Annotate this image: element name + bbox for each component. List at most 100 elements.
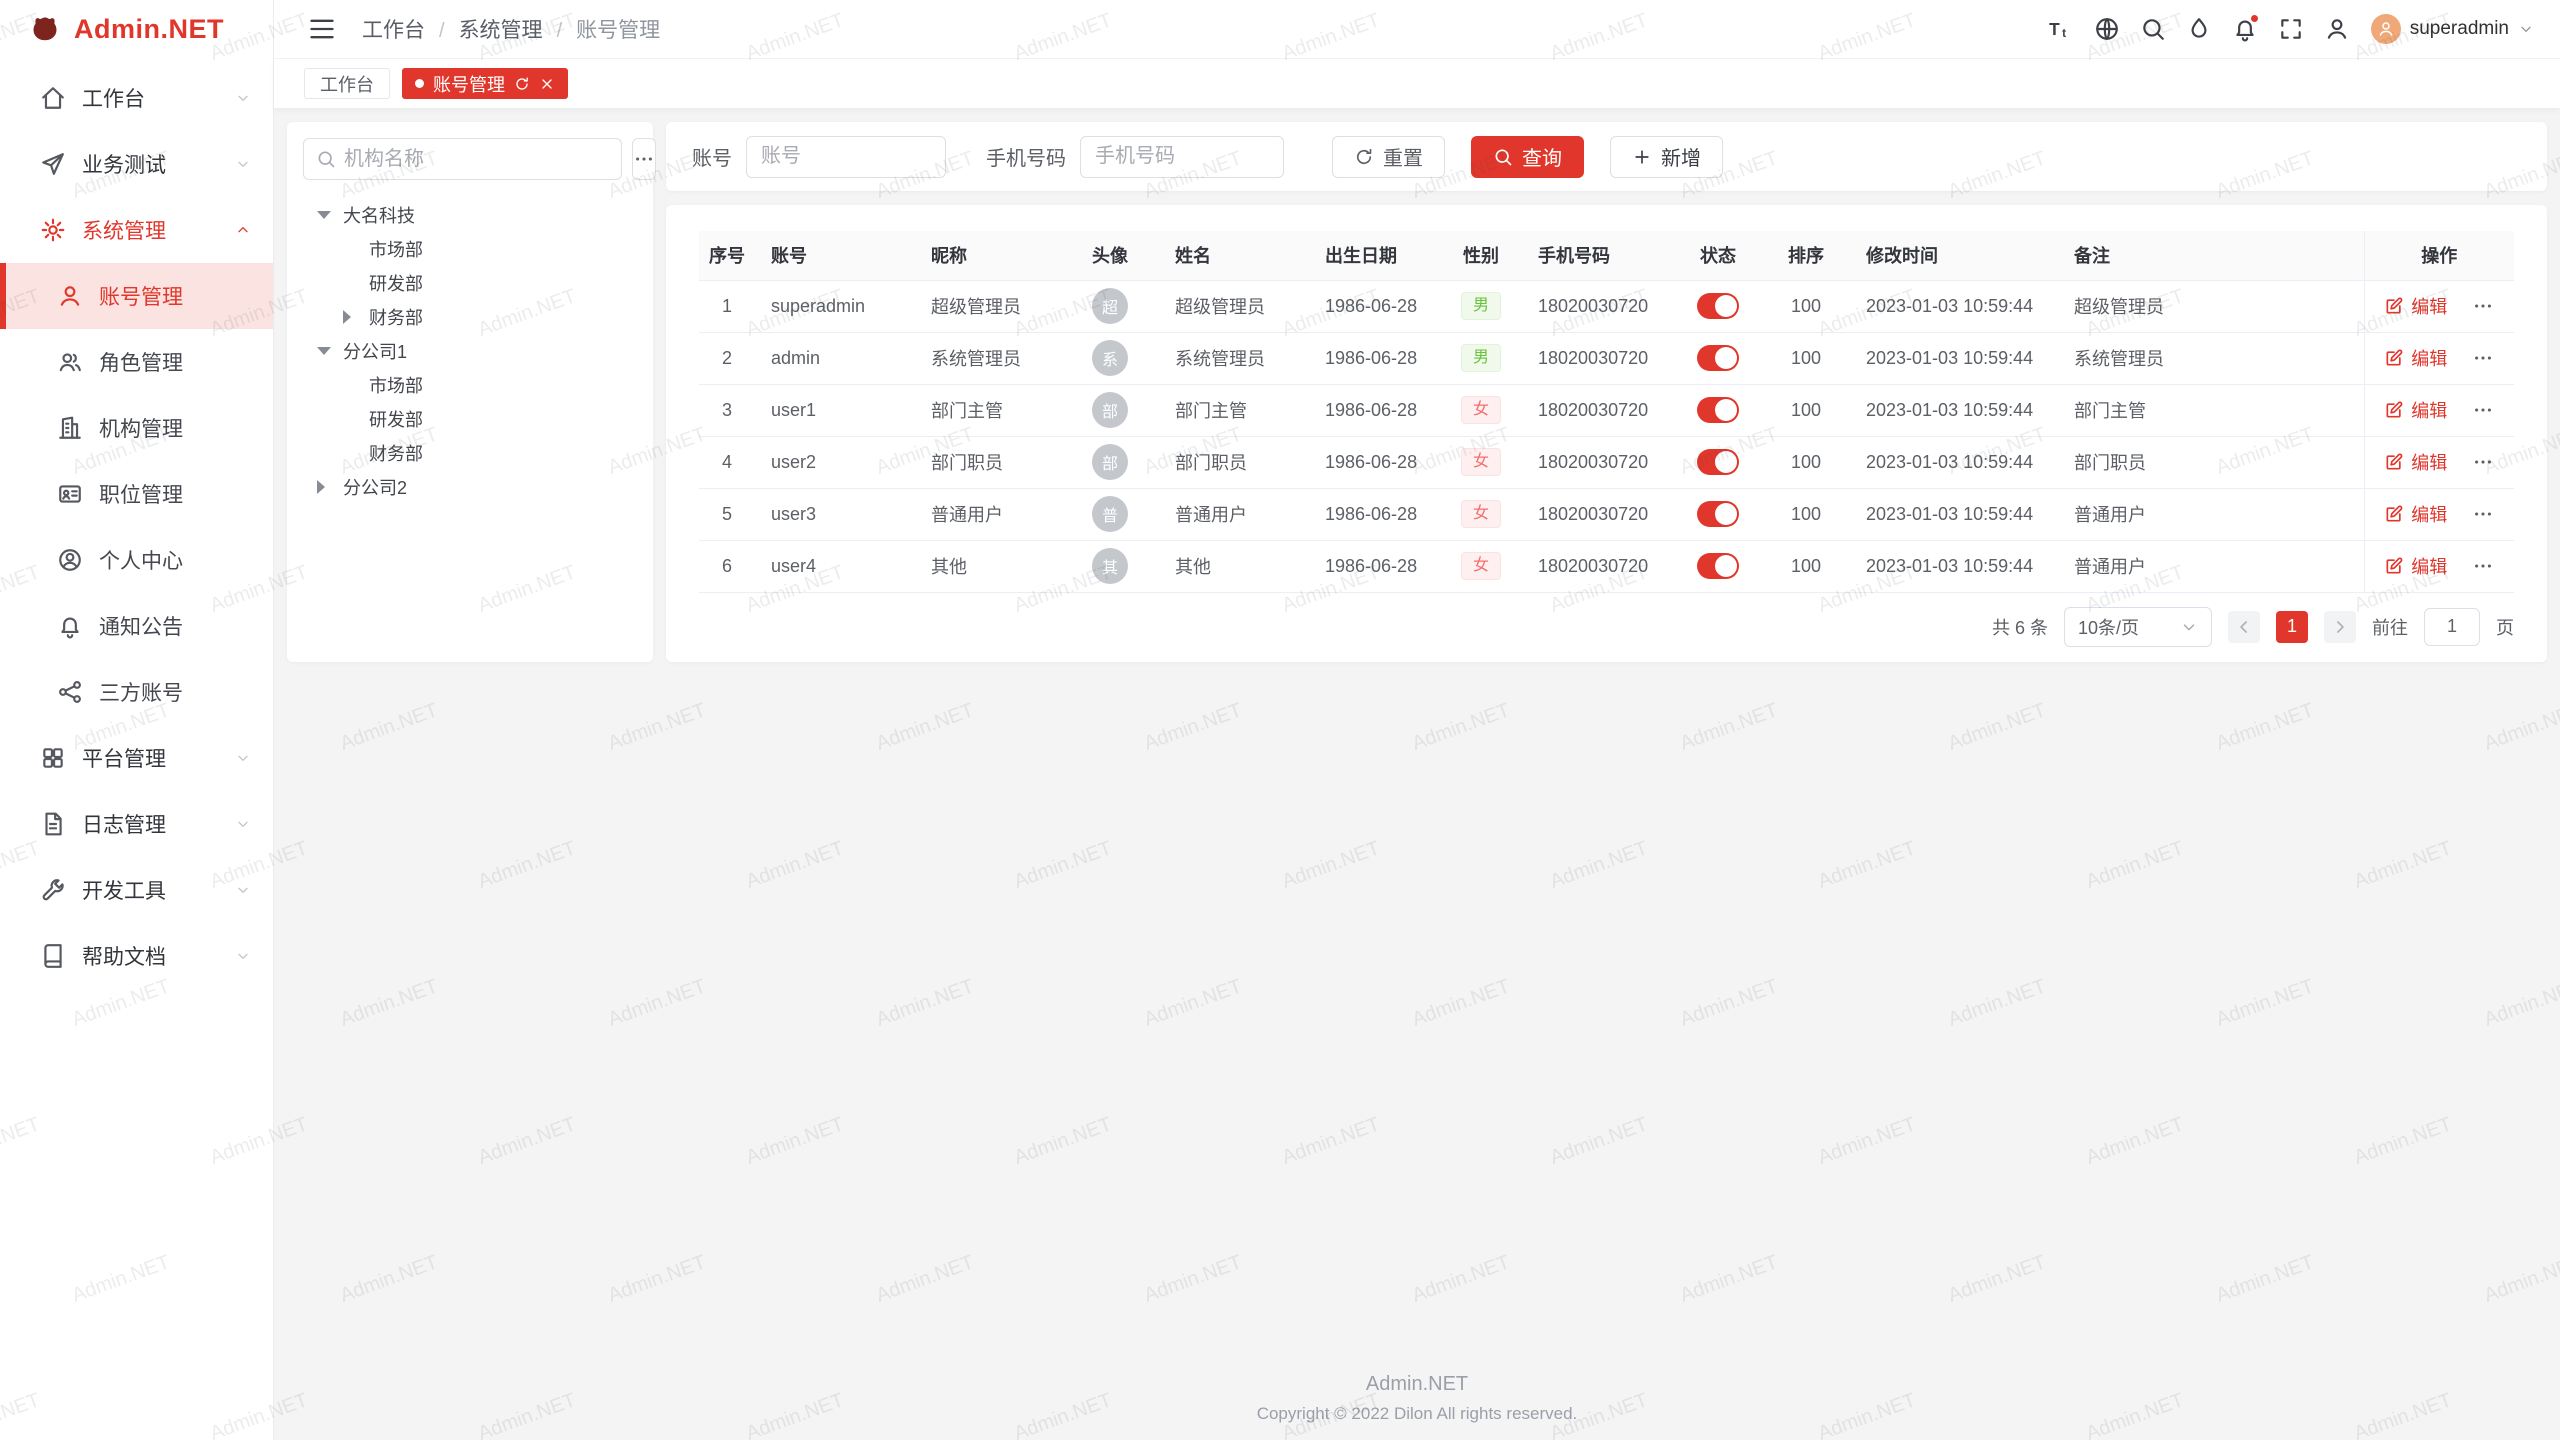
account-input[interactable]: [746, 136, 946, 178]
work-row: 大名科技 市场部 研发部 财务部: [287, 122, 2547, 662]
cell-no: 4: [699, 436, 755, 488]
brand-logo[interactable]: Admin.NET: [0, 0, 273, 59]
tree-node[interactable]: 市场部: [303, 368, 637, 402]
test-icon: [40, 151, 66, 177]
status-toggle[interactable]: [1697, 397, 1739, 423]
goto-page-input[interactable]: [2424, 608, 2480, 646]
cell-remark: 部门职员: [2058, 436, 2364, 488]
sidebar-item[interactable]: 日志管理: [0, 791, 273, 857]
tab-close-icon[interactable]: [539, 76, 555, 92]
sidebar-item[interactable]: 三方账号: [0, 659, 273, 725]
search-icon: [2140, 16, 2166, 42]
breadcrumb-item[interactable]: 工作台: [362, 14, 425, 44]
more-icon: [2472, 503, 2494, 525]
chevron-right-icon: [2330, 617, 2350, 637]
sidebar-item[interactable]: 角色管理: [0, 329, 273, 395]
org-icon: [57, 415, 83, 441]
status-toggle[interactable]: [1697, 501, 1739, 527]
sidebar-collapse-button[interactable]: [300, 7, 344, 51]
sidebar-item[interactable]: 工作台: [0, 65, 273, 131]
edit-button[interactable]: 编辑: [2384, 449, 2447, 475]
org-more-button[interactable]: [632, 138, 656, 180]
sidebar-item[interactable]: 个人中心: [0, 527, 273, 593]
cell-order: 100: [1762, 488, 1850, 540]
tree-node[interactable]: 分公司2: [303, 470, 637, 504]
status-toggle[interactable]: [1697, 553, 1739, 579]
column-header: 账号: [755, 231, 915, 280]
row-more-button[interactable]: [2472, 451, 2494, 473]
reset-button[interactable]: 重置: [1332, 136, 1445, 178]
topbar-action-button[interactable]: [2085, 7, 2129, 51]
tree-node[interactable]: 市场部: [303, 232, 637, 266]
tree-node[interactable]: 分公司1: [303, 334, 637, 368]
username: superadmin: [2410, 18, 2509, 40]
topbar-action-button[interactable]: [2131, 7, 2175, 51]
sidebar-item[interactable]: 平台管理: [0, 725, 273, 791]
row-more-button[interactable]: [2472, 347, 2494, 369]
topbar-action-button[interactable]: Tt: [2039, 7, 2083, 51]
page-number-button[interactable]: 1: [2276, 611, 2308, 643]
edit-button[interactable]: 编辑: [2384, 501, 2447, 527]
sidebar-item-label: 角色管理: [99, 347, 183, 377]
tab[interactable]: 账号管理: [402, 68, 568, 99]
breadcrumb-item[interactable]: 账号管理: [543, 14, 661, 44]
status-toggle[interactable]: [1697, 345, 1739, 371]
chevron-down-icon: [235, 750, 251, 766]
sidebar-item-label: 工作台: [82, 83, 145, 113]
tree-node[interactable]: 研发部: [303, 402, 637, 436]
cell-modified: 2023-01-03 10:59:44: [1850, 436, 2058, 488]
tree-node[interactable]: 研发部: [303, 266, 637, 300]
right-column: 账号 手机号码 重置 查询: [666, 122, 2547, 662]
cell-phone: 18020030720: [1522, 332, 1674, 384]
cell-phone: 18020030720: [1522, 488, 1674, 540]
tab-refresh-icon[interactable]: [514, 76, 530, 92]
sidebar-item[interactable]: 开发工具: [0, 857, 273, 923]
edit-button[interactable]: 编辑: [2384, 397, 2447, 423]
edit-button[interactable]: 编辑: [2384, 293, 2447, 319]
topbar-action-button[interactable]: [2223, 7, 2267, 51]
table-row: 6 user4 其他 其 其他 1986-06-28 女 18020030720: [699, 540, 2514, 592]
add-button[interactable]: 新增: [1610, 136, 1723, 178]
row-more-button[interactable]: [2472, 503, 2494, 525]
tree-node[interactable]: 财务部: [303, 436, 637, 470]
cell-no: 2: [699, 332, 755, 384]
edit-button[interactable]: 编辑: [2384, 553, 2447, 579]
sidebar-item[interactable]: 通知公告: [0, 593, 273, 659]
prev-page-button[interactable]: [2228, 611, 2260, 643]
cell-no: 3: [699, 384, 755, 436]
tree-node[interactable]: 大名科技: [303, 198, 637, 232]
page-size-select[interactable]: 10条/页: [2064, 607, 2212, 647]
row-more-button[interactable]: [2472, 295, 2494, 317]
topbar-action-button[interactable]: [2315, 7, 2359, 51]
org-search-input[interactable]: [344, 148, 609, 171]
edit-button[interactable]: 编辑: [2384, 345, 2447, 371]
query-button[interactable]: 查询: [1471, 136, 1584, 178]
user-menu[interactable]: superadmin: [2371, 14, 2534, 44]
cell-order: 100: [1762, 332, 1850, 384]
tab-list: 工作台 账号管理: [304, 68, 568, 99]
avatar: 系: [1092, 340, 1128, 376]
status-toggle[interactable]: [1697, 449, 1739, 475]
log-icon: [40, 811, 66, 837]
sidebar-item[interactable]: 帮助文档: [0, 923, 273, 989]
next-page-button[interactable]: [2324, 611, 2356, 643]
sidebar-item[interactable]: 业务测试: [0, 131, 273, 197]
status-toggle[interactable]: [1697, 293, 1739, 319]
row-more-button[interactable]: [2472, 555, 2494, 577]
row-more-button[interactable]: [2472, 399, 2494, 421]
topbar-action-button[interactable]: [2177, 7, 2221, 51]
phone-input[interactable]: [1080, 136, 1284, 178]
cell-birthday: 1986-06-28: [1309, 436, 1440, 488]
cell-account: user3: [755, 488, 915, 540]
sidebar-item[interactable]: 系统管理: [0, 197, 273, 263]
tree-node[interactable]: 财务部: [303, 300, 637, 334]
org-tree: 大名科技 市场部 研发部 财务部: [303, 198, 637, 504]
sidebar-item[interactable]: 职位管理: [0, 461, 273, 527]
topbar-action-button[interactable]: [2269, 7, 2313, 51]
sidebar-item[interactable]: 机构管理: [0, 395, 273, 461]
column-header: 姓名: [1159, 231, 1309, 280]
sidebar-item-label: 帮助文档: [82, 941, 166, 971]
breadcrumb-item[interactable]: 系统管理: [425, 14, 543, 44]
tab[interactable]: 工作台: [304, 68, 390, 99]
sidebar-item[interactable]: 账号管理: [0, 263, 273, 329]
